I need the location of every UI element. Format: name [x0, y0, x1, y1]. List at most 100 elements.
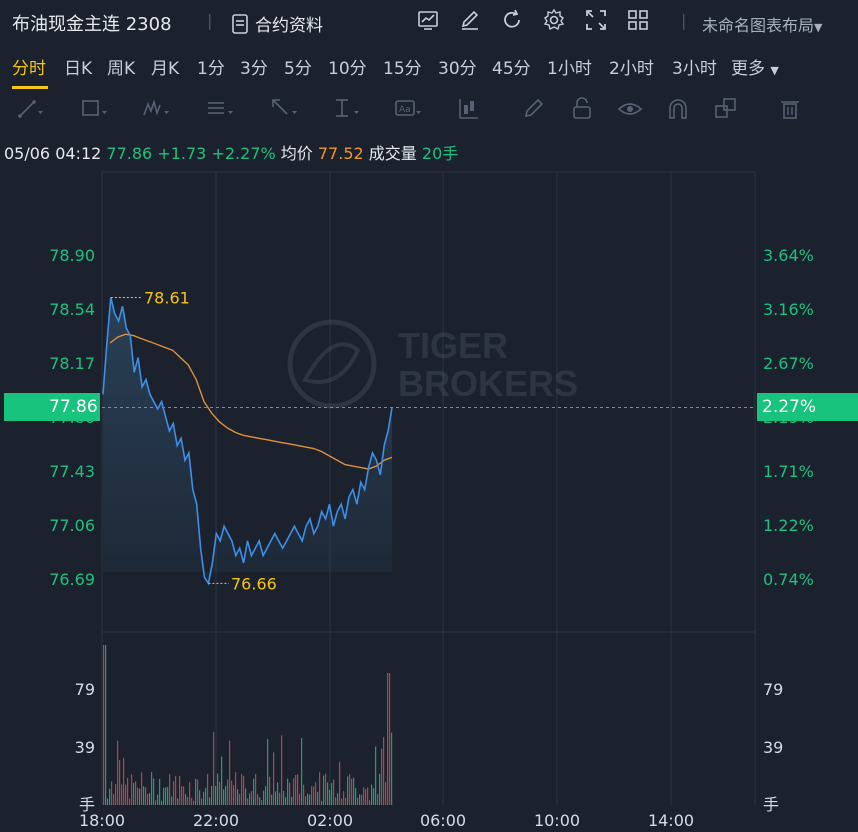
volume-bar: [223, 789, 225, 805]
volume-bar: [139, 788, 141, 805]
volume-tick-label: 手: [763, 795, 779, 814]
volume-bar: [129, 798, 131, 805]
watermark-text-2: BROKERS: [398, 363, 578, 404]
volume-bar: [237, 789, 239, 805]
price-tick-label: 78.90: [49, 246, 95, 265]
volume-bar: [279, 792, 281, 805]
watermark-text-1: TIGER: [398, 325, 508, 366]
volume-bar: [303, 784, 305, 805]
volume-bar: [301, 738, 303, 805]
volume-bar: [323, 775, 325, 805]
volume-bar: [185, 794, 187, 805]
time-tick-label: 22:00: [193, 811, 239, 830]
volume-bar: [315, 782, 317, 805]
low-price-label: 76.66: [231, 574, 277, 593]
volume-bar: [177, 798, 179, 805]
volume-bar: [255, 773, 257, 805]
volume-bar: [359, 794, 361, 805]
volume-bar: [211, 786, 213, 805]
volume-bar: [175, 776, 177, 805]
volume-bar: [183, 786, 185, 805]
volume-bar: [343, 791, 345, 805]
volume-bar: [233, 785, 235, 805]
volume-bar: [153, 778, 155, 805]
volume-bar: [277, 782, 279, 805]
volume-bar: [143, 786, 145, 805]
volume-bar: [257, 794, 259, 805]
volume-bar: [261, 800, 263, 805]
volume-bar: [193, 800, 195, 805]
volume-bar: [347, 776, 349, 805]
volume-bar: [263, 790, 265, 805]
volume-bar: [197, 779, 199, 805]
volume-bar: [365, 789, 367, 805]
volume-bar: [117, 740, 119, 805]
price-tick-label: 77.43: [49, 462, 95, 481]
volume-bar: [225, 785, 227, 805]
current-pct-tag-right: 2.27%: [757, 393, 858, 421]
current-pct-tag-right-text: 2.27%: [762, 397, 817, 417]
volume-bar: [335, 797, 337, 805]
volume-bar: [159, 778, 161, 805]
volume-bar: [287, 778, 289, 805]
volume-bar: [387, 673, 389, 805]
volume-bar: [299, 793, 301, 805]
volume-bar: [169, 774, 171, 805]
volume-bar: [141, 772, 143, 805]
volume-bars: [103, 645, 393, 805]
volume-bar: [133, 782, 135, 805]
volume-bar: [375, 746, 377, 805]
volume-bar: [247, 798, 249, 805]
volume-bar: [385, 782, 387, 805]
chart-grid: [101, 171, 756, 805]
volume-bar: [227, 779, 229, 805]
volume-bar: [307, 793, 309, 805]
time-tick-label: 02:00: [307, 811, 353, 830]
volume-bar: [149, 792, 151, 805]
volume-bar: [269, 776, 271, 805]
volume-bar: [351, 778, 353, 805]
volume-bar: [371, 784, 373, 805]
volume-bar: [317, 791, 319, 805]
volume-bar: [357, 797, 359, 805]
pct-tick-label: 2.67%: [763, 354, 814, 373]
time-tick-label: 06:00: [420, 811, 466, 830]
volume-bar: [231, 780, 233, 805]
volume-bar: [273, 752, 275, 805]
volume-bar: [341, 798, 343, 805]
intraday-chart[interactable]: TIGER BROKERS 78.61 76.66 78.90 78.54 78.17…: [0, 0, 858, 832]
volume-bar: [107, 798, 109, 805]
volume-bar: [229, 740, 231, 805]
volume-bar: [253, 778, 255, 805]
price-tick-label: 76.69: [49, 570, 95, 589]
volume-bar: [187, 796, 189, 805]
price-tick-label: 78.54: [49, 300, 95, 319]
pct-tick-label: 3.64%: [763, 246, 814, 265]
volume-bar: [349, 774, 351, 805]
volume-bar: [103, 645, 105, 805]
volume-bar: [203, 791, 205, 805]
volume-bar: [213, 731, 215, 805]
volume-bar: [165, 787, 167, 805]
volume-bar: [267, 739, 269, 805]
volume-bar: [135, 781, 137, 805]
volume-bar: [151, 771, 153, 805]
volume-bar: [321, 800, 323, 805]
volume-bar: [331, 783, 333, 805]
volume-bar: [383, 737, 385, 805]
volume-tick-label: 39: [763, 738, 783, 757]
volume-bar: [163, 787, 165, 805]
volume-bar: [355, 788, 357, 805]
volume-bar: [209, 797, 211, 805]
volume-bar: [333, 779, 335, 805]
volume-bar: [363, 787, 365, 805]
volume-bar: [327, 782, 329, 805]
high-price-label: 78.61: [144, 289, 190, 308]
volume-bar: [345, 797, 347, 805]
volume-bar: [389, 673, 391, 805]
volume-bar: [295, 775, 297, 805]
volume-bar: [259, 797, 261, 805]
time-tick-label: 10:00: [534, 811, 580, 830]
volume-bar: [325, 773, 327, 805]
volume-bar: [289, 782, 291, 805]
